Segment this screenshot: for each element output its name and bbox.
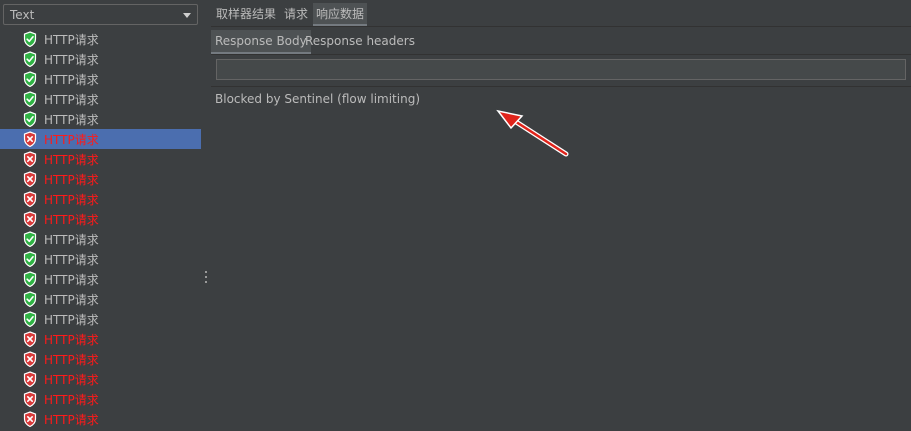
renderer-dropdown-value: Text: [10, 8, 35, 22]
splitter-grip-dot: [205, 281, 207, 283]
shield-check-icon: [23, 271, 37, 287]
result-row[interactable]: HTTP请求: [0, 369, 201, 389]
result-row-label: HTTP请求: [44, 413, 99, 427]
shield-x-icon: [23, 131, 37, 147]
shield-check-icon: [23, 51, 37, 67]
splitter-grip-dot: [205, 271, 207, 273]
tab-sampler-result[interactable]: 取样器结果: [213, 3, 279, 26]
tab-request[interactable]: 请求: [281, 3, 311, 26]
result-row[interactable]: HTTP请求: [0, 389, 201, 409]
result-row[interactable]: HTTP请求: [0, 149, 201, 169]
result-row-label: HTTP请求: [44, 313, 99, 327]
result-row[interactable]: HTTP请求: [0, 69, 201, 89]
shield-x-icon: [23, 371, 37, 387]
result-row-label: HTTP请求: [44, 393, 99, 407]
result-row[interactable]: HTTP请求: [0, 409, 201, 429]
result-row-label: HTTP请求: [44, 293, 99, 307]
shield-check-icon: [23, 71, 37, 87]
result-row-label: HTTP请求: [44, 153, 99, 167]
result-row[interactable]: HTTP请求: [0, 289, 201, 309]
result-row[interactable]: HTTP请求: [0, 249, 201, 269]
divider: [211, 26, 911, 27]
result-row-label: HTTP请求: [44, 373, 99, 387]
response-body-text: Blocked by Sentinel (flow limiting): [215, 92, 421, 106]
shield-check-icon: [23, 31, 37, 47]
result-row[interactable]: HTTP请求: [0, 229, 201, 249]
shield-x-icon: [23, 411, 37, 427]
result-row[interactable]: HTTP请求: [0, 189, 201, 209]
sample-results-list: HTTP请求 HTTP请求 HTTP请求 HTTP请求 HTTP请求 HTTP请…: [0, 29, 201, 429]
result-row-label: HTTP请求: [44, 193, 99, 207]
result-row[interactable]: HTTP请求: [0, 349, 201, 369]
result-row-label: HTTP请求: [44, 173, 99, 187]
result-row[interactable]: HTTP请求: [0, 309, 201, 329]
renderer-dropdown[interactable]: Text: [3, 4, 198, 25]
result-row-label: HTTP请求: [44, 93, 99, 107]
shield-x-icon: [23, 171, 37, 187]
shield-check-icon: [23, 91, 37, 107]
result-row-label: HTTP请求: [44, 273, 99, 287]
red-arrow-icon: [496, 109, 569, 157]
results-tree-panel: Text HTTP请求 HTTP请求 HTTP请求 HTTP请求 HTTP请求: [0, 0, 202, 431]
result-row-label: HTTP请求: [44, 53, 99, 67]
result-row-label: HTTP请求: [44, 113, 99, 127]
shield-x-icon: [23, 331, 37, 347]
result-row[interactable]: HTTP请求: [0, 209, 201, 229]
result-row[interactable]: HTTP请求: [0, 29, 201, 49]
shield-check-icon: [23, 111, 37, 127]
result-row[interactable]: HTTP请求: [0, 329, 201, 349]
result-row[interactable]: HTTP请求: [0, 129, 201, 149]
shield-check-icon: [23, 251, 37, 267]
result-row-label: HTTP请求: [44, 33, 99, 47]
shield-check-icon: [23, 231, 37, 247]
shield-x-icon: [23, 211, 37, 227]
result-row-label: HTTP请求: [44, 133, 99, 147]
splitter-grip-dot: [205, 276, 207, 278]
panel-splitter[interactable]: [201, 0, 211, 431]
result-row[interactable]: HTTP请求: [0, 89, 201, 109]
tab-response-body[interactable]: Response Body: [211, 30, 311, 54]
tab-response-headers[interactable]: Response headers: [301, 30, 419, 54]
result-row-label: HTTP请求: [44, 233, 99, 247]
shield-x-icon: [23, 191, 37, 207]
result-row-label: HTTP请求: [44, 353, 99, 367]
shield-check-icon: [23, 311, 37, 327]
search-field[interactable]: [216, 59, 906, 80]
shield-check-icon: [23, 291, 37, 307]
shield-x-icon: [23, 391, 37, 407]
shield-x-icon: [23, 151, 37, 167]
tab-response-data[interactable]: 响应数据: [313, 3, 368, 26]
result-row[interactable]: HTTP请求: [0, 169, 201, 189]
result-row[interactable]: HTTP请求: [0, 49, 201, 69]
result-row-label: HTTP请求: [44, 253, 99, 267]
result-detail-panel: 取样器结果 请求 响应数据 Response Body Response hea…: [211, 0, 911, 431]
result-row-label: HTTP请求: [44, 213, 99, 227]
divider: [211, 54, 911, 55]
result-row[interactable]: HTTP请求: [0, 269, 201, 289]
shield-x-icon: [23, 351, 37, 367]
divider: [211, 86, 911, 87]
chevron-down-icon: [183, 13, 191, 18]
result-row-label: HTTP请求: [44, 333, 99, 347]
result-row[interactable]: HTTP请求: [0, 109, 201, 129]
result-row-label: HTTP请求: [44, 73, 99, 87]
